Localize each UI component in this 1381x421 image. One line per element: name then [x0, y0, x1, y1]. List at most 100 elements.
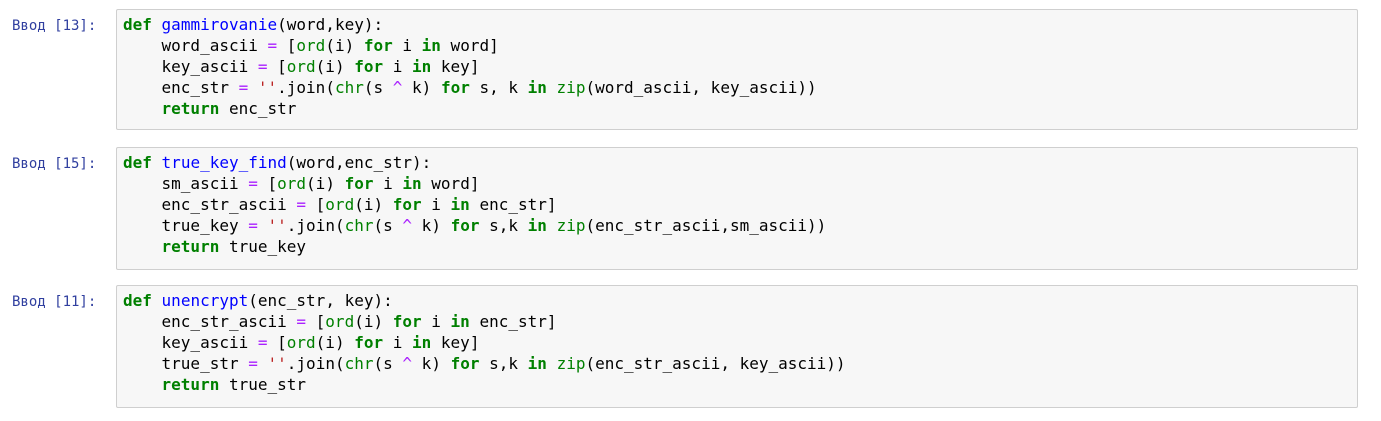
code-token: ord — [286, 333, 316, 352]
input-prompt: Ввод [13]: — [12, 18, 97, 34]
code-token: in — [527, 216, 547, 235]
code-token: key_ascii — [123, 57, 258, 76]
code-token: ord — [325, 195, 355, 214]
code-editor[interactable]: def true_key_find(word,enc_str): sm_asci… — [116, 147, 1358, 270]
code-token: k) — [402, 78, 441, 97]
code-token: k) — [412, 354, 451, 373]
code-token: ^ — [402, 216, 413, 235]
code-token: return — [161, 375, 220, 394]
code-line: key_ascii = [ord(i) for i in key] — [123, 332, 846, 353]
input-prompt: Ввод [11]: — [12, 294, 97, 310]
code-token: (enc_str_ascii,sm_ascii)) — [585, 216, 827, 235]
code-line: def true_key_find(word,enc_str): — [123, 152, 826, 173]
code-token: for — [363, 36, 393, 55]
code-token: join( — [286, 78, 335, 97]
code-line: enc_str_ascii = [ord(i) for i in enc_str… — [123, 311, 846, 332]
code-token: def — [123, 153, 152, 172]
code-token: in — [527, 78, 547, 97]
code-token: return — [161, 237, 220, 256]
code-token: ^ — [392, 78, 403, 97]
code-line: def gammirovanie(word,key): — [123, 14, 817, 35]
code-token: ord — [325, 312, 355, 331]
code-line: enc_str = ''.join(chr(s ^ k) for s, k in… — [123, 77, 817, 98]
code-token: true_str — [219, 375, 307, 394]
code-token: join( — [296, 354, 345, 373]
code-token: in — [450, 312, 470, 331]
code-line: key_ascii = [ord(i) for i in key] — [123, 56, 817, 77]
code-token: (word,enc_str): — [286, 153, 432, 172]
code-token: (word_ascii, key_ascii)) — [585, 78, 817, 97]
input-prompt: Ввод [15]: — [12, 156, 97, 172]
code-line: word_ascii = [ord(i) for i in word] — [123, 35, 817, 56]
code-token: key] — [431, 57, 480, 76]
code-token: for — [354, 333, 384, 352]
code-cell[interactable]: Ввод [13]: def gammirovanie(word,key): w… — [0, 7, 1381, 133]
code-token: ord — [277, 174, 307, 193]
code-token: [ — [257, 174, 278, 193]
code-token: i — [421, 195, 451, 214]
code-line: sm_ascii = [ord(i) for i in word] — [123, 173, 826, 194]
code-editor[interactable]: def unencrypt(enc_str, key): enc_str_asc… — [116, 285, 1358, 408]
code-token: (i) — [354, 312, 393, 331]
code-token: . — [277, 78, 287, 97]
code-cell[interactable]: Ввод [11]: def unencrypt(enc_str, key): … — [0, 283, 1381, 409]
code-token: in — [402, 174, 422, 193]
code-block: def gammirovanie(word,key): word_ascii =… — [123, 14, 817, 119]
code-token: [ — [267, 333, 287, 352]
code-line: enc_str_ascii = [ord(i) for i in enc_str… — [123, 194, 826, 215]
code-token: i — [383, 57, 413, 76]
code-token: zip — [556, 78, 586, 97]
code-token: s,k — [479, 216, 528, 235]
code-editor[interactable]: def gammirovanie(word,key): word_ascii =… — [116, 9, 1358, 130]
code-token: def — [123, 291, 152, 310]
code-token: (s — [373, 216, 403, 235]
code-token: = — [238, 78, 249, 97]
code-line: def unencrypt(enc_str, key): — [123, 290, 846, 311]
code-token: [ — [306, 312, 326, 331]
code-token: gammirovanie — [161, 15, 278, 34]
code-cell[interactable]: Ввод [15]: def true_key_find(word,enc_st… — [0, 145, 1381, 271]
code-token: = — [257, 57, 268, 76]
code-token: . — [286, 354, 297, 373]
code-token: in — [421, 36, 441, 55]
code-token: i — [373, 174, 403, 193]
code-token: for — [344, 174, 374, 193]
code-line: return true_key — [123, 236, 826, 257]
code-token: (s — [363, 78, 393, 97]
code-token: key_ascii — [123, 333, 258, 352]
code-token: def — [123, 15, 152, 34]
code-token: chr — [344, 216, 374, 235]
code-token: '' — [267, 216, 287, 235]
code-token: s, k — [469, 78, 528, 97]
code-line: true_str = ''.join(chr(s ^ k) for s,k in… — [123, 353, 846, 374]
code-token: = — [248, 354, 258, 373]
code-block: def true_key_find(word,enc_str): sm_asci… — [123, 152, 826, 257]
code-token: [ — [267, 57, 287, 76]
code-line: true_key = ''.join(chr(s ^ k) for s,k in… — [123, 215, 827, 236]
code-token: in — [412, 333, 432, 352]
code-token: i — [421, 312, 451, 331]
code-token: word_ascii — [123, 36, 268, 55]
code-token: return — [161, 99, 220, 118]
code-token: = — [248, 174, 258, 193]
code-token: (i) — [315, 57, 355, 76]
code-token: chr — [334, 78, 364, 97]
code-token: (enc_str, key): — [248, 291, 393, 310]
code-token: in — [450, 195, 470, 214]
code-token: (word,key): — [277, 15, 384, 34]
code-token: i — [392, 36, 422, 55]
code-token: (i) — [306, 174, 345, 193]
code-line: return true_str — [123, 374, 846, 395]
code-token: [ — [306, 195, 326, 214]
code-token: zip — [556, 216, 586, 235]
code-token: true_key — [123, 216, 249, 235]
code-token: true_key_find — [161, 153, 287, 172]
code-token: join( — [296, 216, 345, 235]
